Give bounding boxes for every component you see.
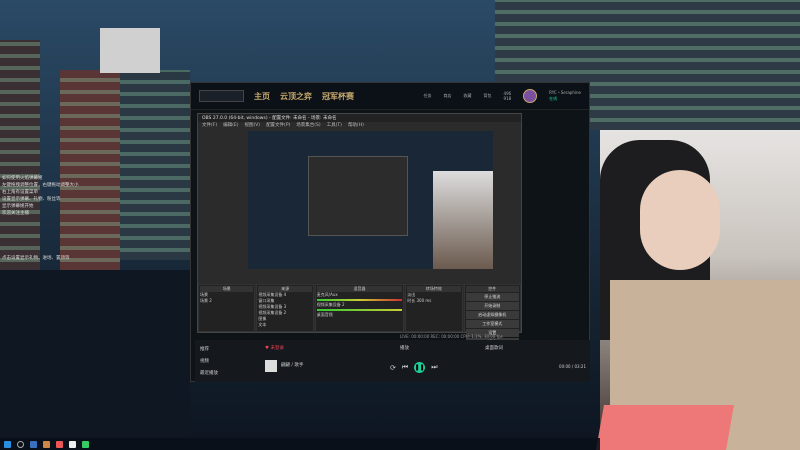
building bbox=[60, 70, 120, 270]
building bbox=[0, 40, 40, 270]
search-icon[interactable] bbox=[17, 440, 24, 448]
obs-window: OBS 27.0.0 (64-bit, windows) - 配置文件: 未命名… bbox=[197, 113, 522, 346]
desktop-note: 显示弹幕姬开始 bbox=[2, 204, 34, 209]
scenes-panel: 场景 场景 场景 2 bbox=[198, 284, 256, 332]
menu-scene-collection[interactable]: 场景集合(S) bbox=[296, 122, 320, 129]
music-nav-recent[interactable]: 最近播放 bbox=[200, 368, 218, 380]
song-title: 翩翩 bbox=[281, 363, 290, 368]
app-icon[interactable] bbox=[82, 440, 89, 448]
username: RYC丶Seraphine bbox=[549, 90, 581, 95]
music-tab[interactable]: 桌面歌词 bbox=[485, 345, 503, 351]
volume-meter bbox=[316, 309, 403, 311]
mixer-channel: 桌面音频 bbox=[316, 312, 333, 317]
studio-mode-button[interactable]: 工作室模式 bbox=[465, 320, 519, 328]
menu-view[interactable]: 视图(V) bbox=[244, 122, 260, 129]
start-recording-button[interactable]: 开始录制 bbox=[465, 302, 519, 310]
camera-source-preview bbox=[433, 171, 493, 269]
music-tab[interactable]: 未登录 bbox=[270, 346, 284, 351]
obs-title: OBS 27.0.0 (64-bit, windows) - 配置文件: 未命名… bbox=[198, 114, 521, 122]
music-tab[interactable]: 播放 bbox=[400, 345, 409, 351]
duration-input[interactable]: 300 ms bbox=[416, 298, 431, 303]
mixer-channel: 视频采集设备 2 bbox=[316, 302, 345, 307]
song-artist: 歌手 bbox=[294, 363, 304, 368]
start-icon[interactable] bbox=[4, 440, 11, 448]
desktop-note: 欢迎关注主播 bbox=[2, 211, 29, 216]
riot-points: 918 bbox=[503, 96, 512, 101]
nested-preview bbox=[308, 156, 408, 236]
taskbar bbox=[0, 438, 600, 450]
scene-item[interactable]: 场景 2 bbox=[200, 298, 253, 304]
panel-title: 控件 bbox=[465, 286, 519, 292]
music-player: 推荐 视频 最近播放 ♥ 未登录 播放 桌面歌词 翩翩 / 歌手 ⟳ ⏮ ❚❚ … bbox=[195, 340, 590, 382]
next-icon[interactable]: ⏭ bbox=[431, 363, 437, 372]
desktop-note: 右上角有设置菜单 bbox=[2, 190, 38, 195]
mixer-channel: 麦克风/Aux bbox=[316, 292, 338, 297]
app-icon[interactable] bbox=[56, 440, 63, 448]
desktop-note: 设置显示弹幕、礼物、粉丝等 bbox=[2, 197, 61, 202]
music-nav-recommend[interactable]: 推荐 bbox=[200, 344, 218, 356]
desktop-note: 如何使用火焰弹幕姬 bbox=[2, 176, 43, 181]
repeat-icon[interactable]: ⟳ bbox=[390, 364, 396, 372]
mixer-panel: 混音器 麦克风/Aux 视频采集设备 2 桌面音频 bbox=[314, 284, 405, 332]
streamer-face bbox=[640, 170, 720, 270]
menu-edit[interactable]: 编辑(E) bbox=[223, 122, 238, 129]
building bbox=[120, 70, 190, 260]
volume-meter bbox=[316, 299, 403, 301]
album-art bbox=[265, 360, 277, 372]
like-icon[interactable]: ♥ bbox=[265, 346, 269, 351]
menu-profile[interactable]: 配置文件(P) bbox=[266, 122, 290, 129]
street bbox=[0, 270, 190, 440]
nav-home[interactable]: 主页 bbox=[254, 91, 270, 102]
controls-panel: 控件 停止推流 开始录制 启动虚拟摄像机 工作室模式 设置 退出 bbox=[463, 284, 521, 346]
stop-streaming-button[interactable]: 停止推流 bbox=[465, 293, 519, 301]
transitions-panel: 转场特效 淡出 时长 300 ms bbox=[405, 284, 463, 332]
nav-clash[interactable]: 冠军杯赛 bbox=[322, 91, 354, 102]
menu-tools[interactable]: 工具(T) bbox=[327, 122, 342, 129]
keyboard bbox=[596, 405, 734, 450]
desktop-note: 点击设置显示礼物、进场、置顶等 bbox=[2, 256, 70, 261]
desktop-note: 左键拖拽调整位置，右键拖动调整大小 bbox=[2, 183, 79, 188]
collection-button[interactable]: 收藏 bbox=[464, 93, 472, 99]
obs-status-bar: LIVE: 00:00:00 REC: 00:00:00 CPU: 1.1%, … bbox=[400, 334, 503, 339]
virtual-camera-button[interactable]: 启动虚拟摄像机 bbox=[465, 311, 519, 319]
sources-panel: 来源 视频采集设备 4 窗口采集 视频采集设备 3 视频采集设备 2 图像 文本 bbox=[256, 284, 314, 332]
music-nav-video[interactable]: 视频 bbox=[200, 356, 218, 368]
menu-file[interactable]: 文件(F) bbox=[202, 122, 217, 129]
previous-icon[interactable]: ⏮ bbox=[402, 363, 408, 372]
source-item[interactable]: 文本 bbox=[258, 322, 311, 328]
play-button[interactable] bbox=[199, 90, 244, 102]
app-icon[interactable] bbox=[43, 440, 50, 448]
song-time: 00:00 / 03:21 bbox=[559, 364, 586, 369]
missions-button[interactable]: 任务 bbox=[424, 93, 432, 99]
avatar[interactable] bbox=[523, 89, 538, 103]
webcam-overlay bbox=[596, 130, 800, 450]
duration-label: 时长 bbox=[407, 298, 416, 303]
store-button[interactable]: 商店 bbox=[444, 93, 452, 99]
app-icon[interactable] bbox=[69, 440, 76, 448]
loot-button[interactable]: 背包 bbox=[484, 93, 492, 99]
rooftop-sign bbox=[100, 28, 160, 73]
menu-help[interactable]: 帮助(H) bbox=[348, 122, 364, 129]
nav-tft[interactable]: 云顶之弈 bbox=[280, 91, 312, 102]
pause-button[interactable]: ❚❚ bbox=[414, 362, 426, 373]
obs-preview[interactable] bbox=[248, 131, 493, 269]
app-icon[interactable] bbox=[30, 440, 37, 448]
status-badge: 在线 bbox=[549, 96, 558, 101]
